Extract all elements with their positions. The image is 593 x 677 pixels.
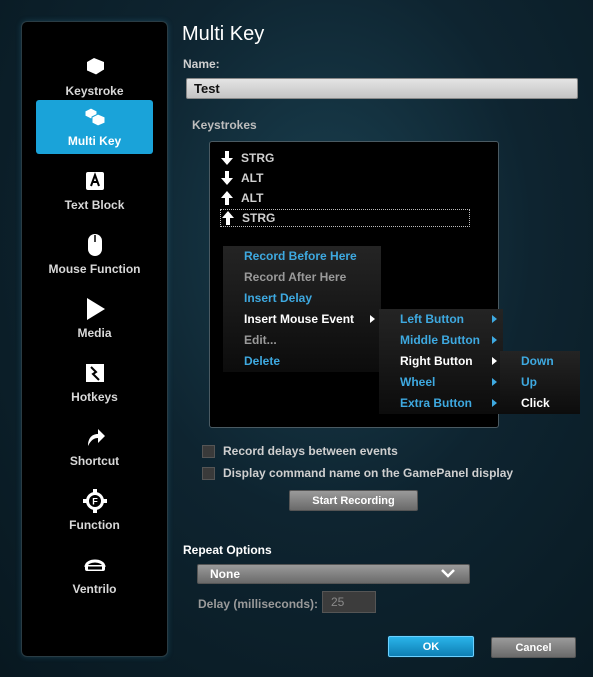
menu-item-click[interactable]: Click (500, 393, 580, 414)
keystroke-row[interactable]: ALT (220, 169, 263, 187)
submenu-arrow-icon (492, 378, 497, 386)
sidebar-item-shortcut[interactable]: Shortcut (36, 420, 153, 474)
repeat-options-heading: Repeat Options (183, 543, 272, 557)
multi-keycap-icon (82, 104, 108, 130)
menu-item-edit[interactable]: Edit... (223, 330, 381, 351)
menu-item-middle-button[interactable]: Middle Button (379, 330, 503, 351)
letter-a-icon (82, 168, 108, 194)
submenu-arrow-icon (492, 315, 497, 323)
display-command-checkbox[interactable] (202, 466, 215, 480)
menu-item-label: Right Button (400, 354, 473, 368)
repeat-options-value: None (210, 567, 240, 581)
menu-item-record-after[interactable]: Record After Here (223, 267, 381, 288)
sidebar-item-label: Text Block (64, 198, 125, 212)
display-command-option: Display command name on the GamePanel di… (202, 466, 513, 480)
play-icon (82, 296, 108, 322)
page-title: Multi Key (182, 23, 265, 45)
display-command-label: Display command name on the GamePanel di… (223, 466, 514, 480)
menu-item-label: Insert Mouse Event (244, 312, 355, 326)
record-delays-checkbox[interactable] (202, 444, 215, 458)
mouse-event-submenu: Left Button Middle Button Right Button W… (379, 309, 503, 414)
sidebar-item-multi-key[interactable]: Multi Key (36, 100, 153, 154)
arrow-up-icon (221, 191, 233, 205)
keystroke-row[interactable]: ALT (220, 189, 263, 207)
arrow-down-icon (221, 171, 233, 185)
svg-text:F: F (92, 497, 98, 507)
context-menu: Record Before Here Record After Here Ins… (223, 246, 381, 372)
menu-item-left-button[interactable]: Left Button (379, 309, 503, 330)
sidebar-item-keystroke[interactable]: Keystroke (36, 50, 153, 104)
menu-item-down[interactable]: Down (500, 351, 580, 372)
sidebar-item-media[interactable]: Media (36, 292, 153, 346)
sidebar-item-label: Hotkeys (71, 390, 118, 404)
menu-item-right-button[interactable]: Right Button (379, 351, 503, 372)
menu-item-insert-mouse-event[interactable]: Insert Mouse Event (223, 309, 381, 330)
keycap-icon (82, 54, 108, 80)
submenu-arrow-icon (492, 336, 497, 344)
sidebar-item-label: Shortcut (69, 454, 120, 468)
delay-label: Delay (milliseconds): (198, 597, 319, 611)
submenu-arrow-icon (492, 399, 497, 407)
menu-item-label: Extra Button (400, 396, 472, 410)
sidebar-item-label: Multi Key (67, 134, 122, 148)
delay-field[interactable]: 25 (322, 591, 376, 613)
command-sidebar: Keystroke Multi Key Text Block Mouse Fun… (21, 21, 168, 657)
name-label: Name: (183, 57, 220, 71)
keystroke-key: STRG (241, 151, 275, 165)
menu-item-label: Middle Button (400, 333, 480, 347)
ventrilo-headset-icon (82, 552, 108, 578)
sidebar-item-label: Mouse Function (48, 262, 141, 276)
sidebar-item-label: Function (69, 518, 120, 532)
record-delays-label: Record delays between events (223, 444, 398, 458)
sidebar-item-text-block[interactable]: Text Block (36, 164, 153, 218)
sidebar-item-label: Media (77, 326, 112, 340)
name-field[interactable]: Test (186, 78, 578, 99)
submenu-arrow-icon (370, 315, 375, 323)
sidebar-item-label: Keystroke (65, 84, 124, 98)
menu-item-label: Left Button (400, 312, 464, 326)
sidebar-item-function[interactable]: F Function (36, 484, 153, 538)
keystroke-key: ALT (241, 171, 264, 185)
repeat-options-select[interactable]: None (197, 564, 470, 584)
keystrokes-label: Keystrokes (192, 118, 257, 132)
mouse-icon (82, 232, 108, 258)
chevron-down-icon (441, 569, 455, 578)
start-recording-button[interactable]: Start Recording (289, 490, 418, 511)
sidebar-item-mouse-function[interactable]: Mouse Function (36, 228, 153, 282)
sidebar-item-ventrilo[interactable]: Ventrilo (36, 548, 153, 602)
menu-item-extra-button[interactable]: Extra Button (379, 393, 503, 414)
submenu-arrow-icon (492, 357, 497, 365)
arrow-up-icon (222, 211, 234, 225)
menu-item-delete[interactable]: Delete (223, 351, 381, 372)
arrow-down-icon (221, 151, 233, 165)
function-gear-icon: F (82, 488, 108, 514)
sidebar-item-hotkeys[interactable]: Hotkeys (36, 356, 153, 410)
hotkey-icon (82, 360, 108, 386)
menu-item-insert-delay[interactable]: Insert Delay (223, 288, 381, 309)
ok-button[interactable]: OK (388, 636, 474, 657)
menu-item-up[interactable]: Up (500, 372, 580, 393)
record-delays-option: Record delays between events (202, 444, 398, 458)
sidebar-item-label: Ventrilo (72, 582, 117, 596)
button-action-submenu: Down Up Click (500, 351, 580, 414)
keystroke-row-selected[interactable]: STRG (220, 209, 470, 227)
keystroke-key: STRG (242, 211, 276, 225)
shortcut-arrow-icon (82, 424, 108, 450)
menu-item-label: Wheel (400, 375, 436, 389)
keystroke-key: ALT (241, 191, 264, 205)
cancel-button[interactable]: Cancel (491, 637, 576, 658)
keystroke-row[interactable]: STRG (220, 149, 274, 167)
menu-item-record-before[interactable]: Record Before Here (223, 246, 381, 267)
menu-item-wheel[interactable]: Wheel (379, 372, 503, 393)
